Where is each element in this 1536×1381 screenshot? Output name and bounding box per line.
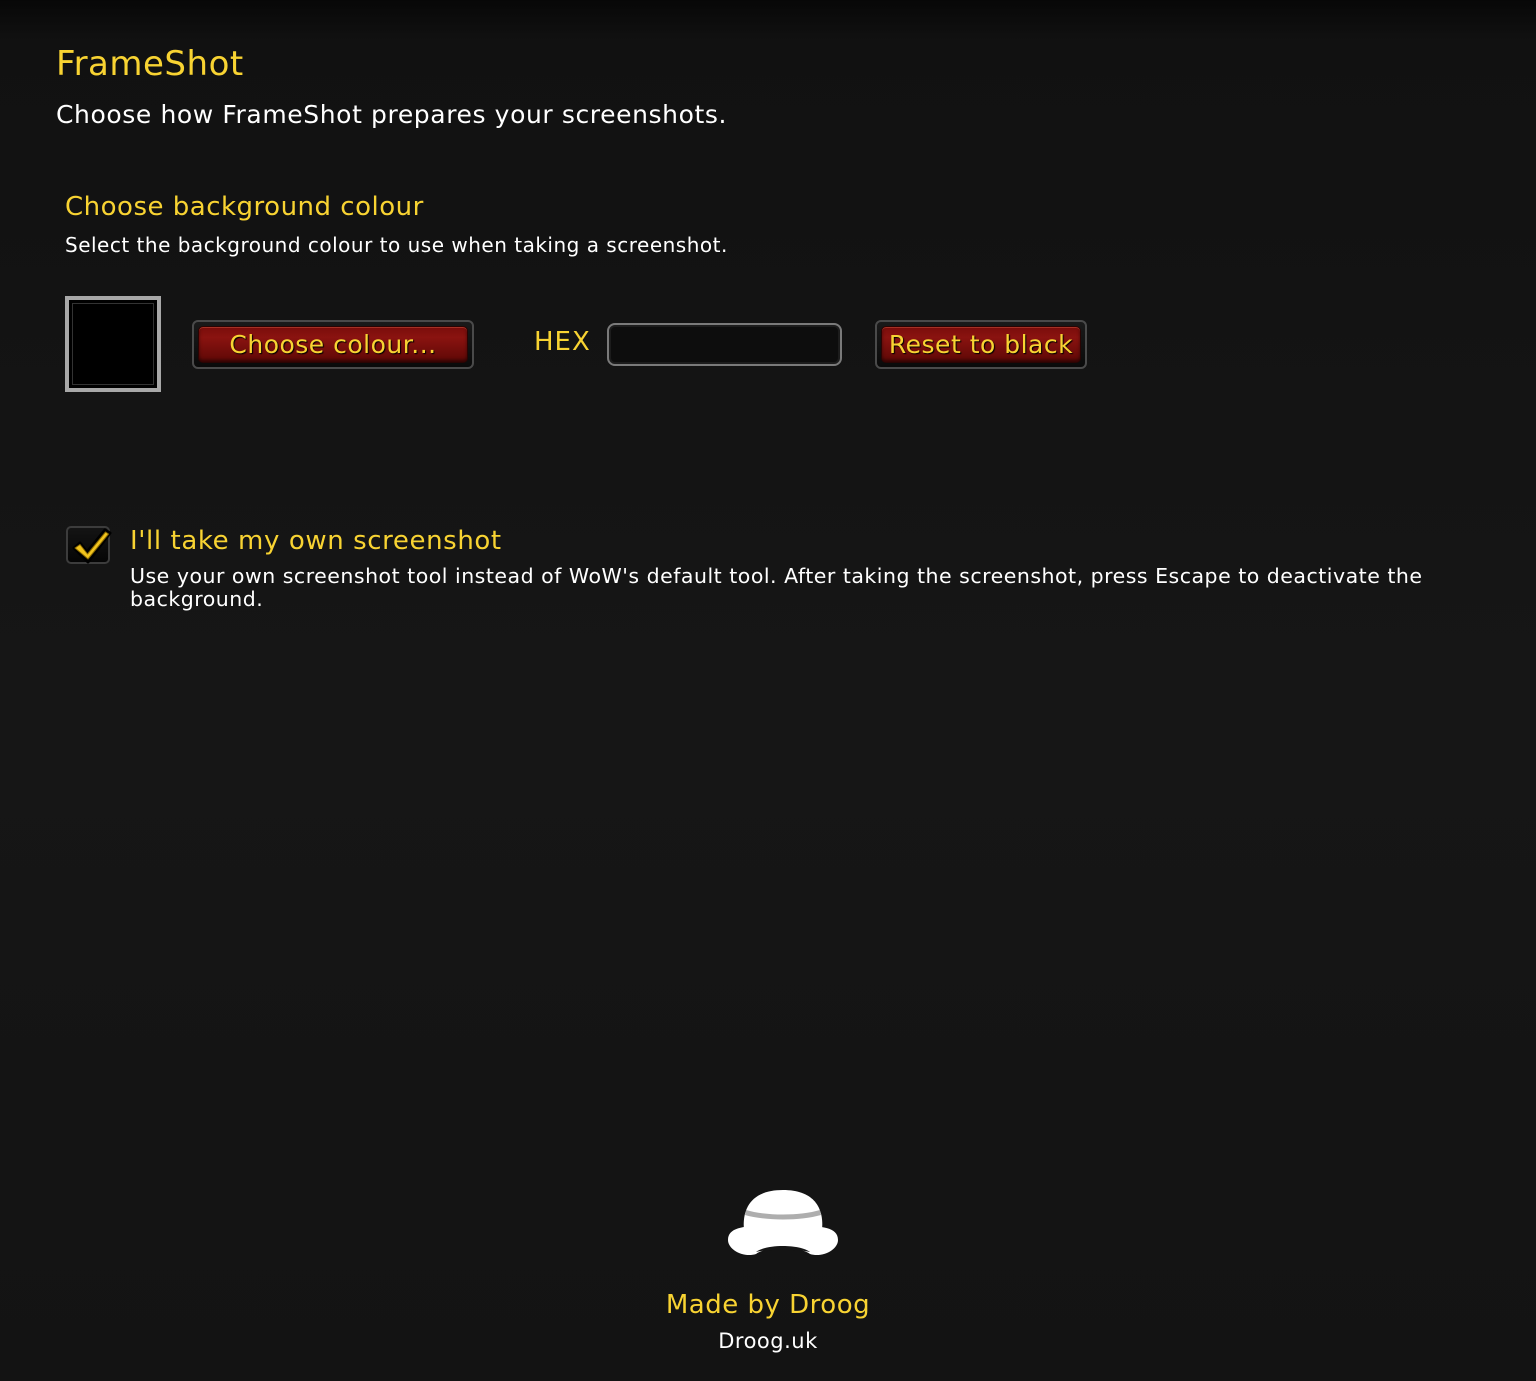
reset-to-black-button-label: Reset to black bbox=[881, 326, 1081, 363]
page-subtitle: Choose how FrameShot prepares your scree… bbox=[56, 100, 728, 129]
checkmark-icon bbox=[72, 528, 112, 564]
own-screenshot-label[interactable]: I'll take my own screenshot bbox=[130, 526, 502, 556]
bowler-hat-icon bbox=[728, 1190, 838, 1256]
choose-colour-button[interactable]: Choose colour... bbox=[192, 320, 474, 369]
choose-colour-button-label: Choose colour... bbox=[198, 326, 468, 363]
author-website-link[interactable]: Droog.uk bbox=[0, 1329, 1536, 1353]
credit-text: Made by Droog bbox=[665, 1290, 871, 1320]
colour-swatch[interactable] bbox=[65, 296, 161, 392]
background-colour-heading: Choose background colour bbox=[65, 192, 424, 222]
own-screenshot-description: Use your own screenshot tool instead of … bbox=[130, 564, 1423, 611]
reset-to-black-button[interactable]: Reset to black bbox=[875, 320, 1087, 369]
background-colour-description: Select the background colour to use when… bbox=[65, 233, 728, 257]
hex-label: HEX bbox=[534, 327, 591, 357]
hex-input[interactable] bbox=[607, 323, 842, 366]
page-title: FrameShot bbox=[56, 44, 244, 84]
own-screenshot-checkbox[interactable] bbox=[66, 526, 112, 564]
